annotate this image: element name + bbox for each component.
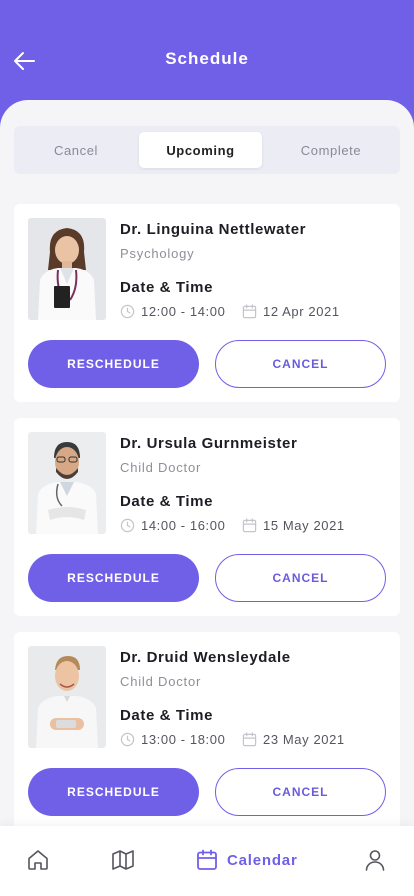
appointment-time: 14:00 - 16:00 [120, 518, 225, 533]
clock-icon [120, 732, 135, 747]
doctor-name: Dr. Linguina Nettlewater [120, 221, 307, 238]
reschedule-button[interactable]: RESCHEDULE [28, 768, 199, 816]
cancel-button[interactable]: CANCEL [215, 340, 386, 388]
appointment-card: Dr. Linguina Nettlewater Psychology Date… [14, 204, 400, 402]
time-text: 12:00 - 14:00 [141, 304, 226, 319]
bottom-nav: Calendar [0, 826, 414, 896]
nav-home[interactable] [26, 848, 50, 872]
date-time-label: Date & Time [120, 707, 214, 724]
reschedule-button[interactable]: RESCHEDULE [28, 554, 199, 602]
date-time-label: Date & Time [120, 493, 214, 510]
nav-calendar[interactable]: Calendar [195, 848, 298, 872]
content-sheet: Cancel Upcoming Complete Dr. Linguina Ne… [0, 100, 414, 896]
appointment-time: 12:00 - 14:00 [120, 304, 225, 319]
nav-map[interactable] [111, 848, 135, 872]
doctor-specialty: Child Doctor [120, 674, 202, 689]
date-time-label: Date & Time [120, 279, 214, 296]
date-text: 15 May 2021 [263, 518, 345, 533]
tab-complete[interactable]: Complete [270, 132, 392, 168]
page-title: Schedule [165, 49, 249, 68]
tab-upcoming[interactable]: Upcoming [139, 132, 262, 168]
appointment-time: 13:00 - 18:00 [120, 732, 225, 747]
doctor-specialty: Psychology [120, 246, 195, 261]
cancel-button[interactable]: CANCEL [215, 768, 386, 816]
map-icon [112, 850, 134, 870]
doctor-photo [28, 432, 106, 534]
home-icon [28, 850, 48, 870]
appointment-date: 15 May 2021 [242, 518, 345, 533]
clock-icon [120, 518, 135, 533]
calendar-small-icon [242, 304, 257, 319]
appointment-date: 12 Apr 2021 [242, 304, 340, 319]
tab-cancel[interactable]: Cancel [20, 132, 132, 168]
doctor-name: Dr. Ursula Gurnmeister [120, 435, 298, 452]
date-text: 23 May 2021 [263, 732, 345, 747]
calendar-icon [197, 849, 217, 870]
doctor-photo [28, 646, 106, 748]
appointment-card: Dr. Druid Wensleydale Child Doctor Date … [14, 632, 400, 830]
appointment-date: 23 May 2021 [242, 732, 345, 747]
reschedule-button[interactable]: RESCHEDULE [28, 340, 199, 388]
time-text: 14:00 - 16:00 [141, 518, 226, 533]
date-text: 12 Apr 2021 [263, 304, 340, 319]
doctor-name: Dr. Druid Wensleydale [120, 649, 291, 666]
user-icon [365, 850, 385, 871]
appointment-card: Dr. Ursula Gurnmeister Child Doctor Date… [14, 418, 400, 616]
calendar-small-icon [242, 732, 257, 747]
cancel-button[interactable]: CANCEL [215, 554, 386, 602]
tab-bar: Cancel Upcoming Complete [14, 126, 400, 174]
time-text: 13:00 - 18:00 [141, 732, 226, 747]
calendar-small-icon [242, 518, 257, 533]
clock-icon [120, 304, 135, 319]
doctor-photo [28, 218, 106, 320]
nav-profile[interactable] [363, 848, 387, 872]
nav-calendar-label: Calendar [227, 851, 298, 869]
doctor-specialty: Child Doctor [120, 460, 202, 475]
